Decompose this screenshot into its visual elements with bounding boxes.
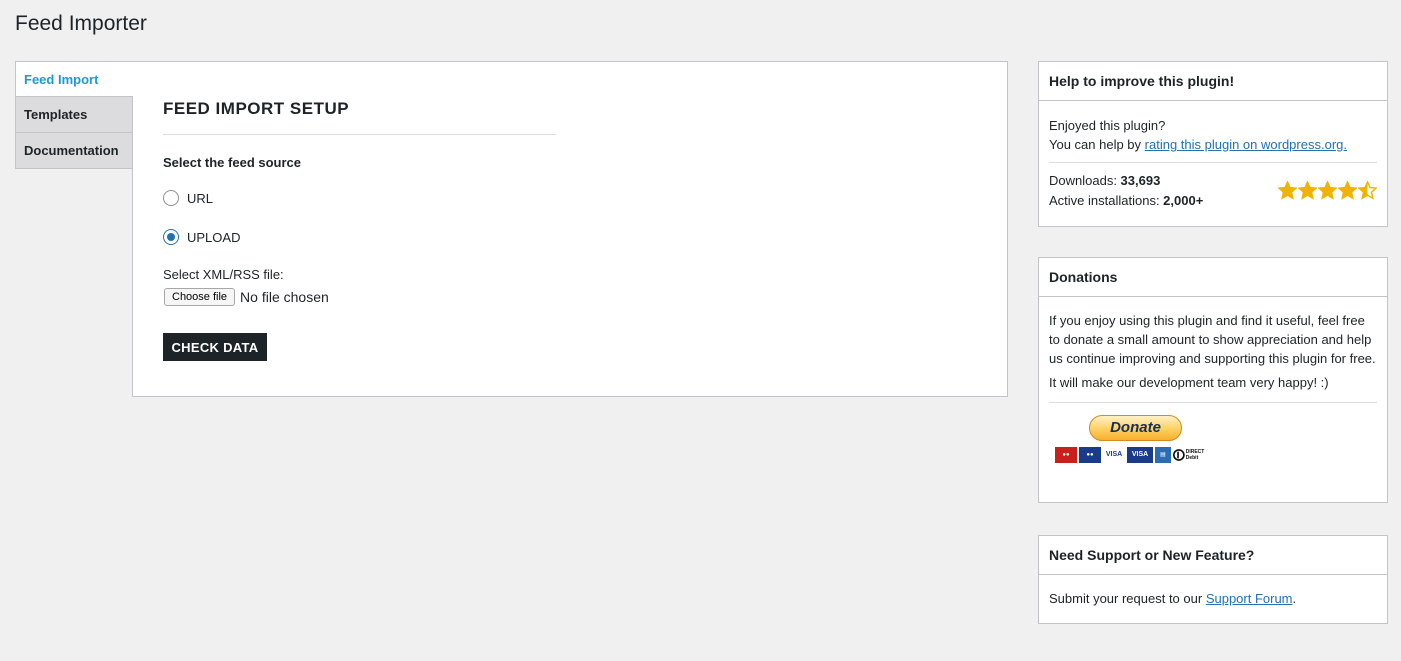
visa-electron-icon: VISA	[1127, 447, 1153, 463]
downloads-value: 33,693	[1120, 173, 1161, 188]
choose-file-button[interactable]: Choose file	[164, 288, 236, 306]
radio-url-option[interactable]: URL	[163, 190, 213, 206]
visa-icon: VISA	[1103, 447, 1125, 463]
feed-source-label: Select the feed source	[163, 155, 301, 170]
radio-upload[interactable]	[163, 229, 179, 245]
radio-url[interactable]	[163, 190, 179, 206]
help-line-2-text: You can help by	[1049, 137, 1145, 152]
tab-feed-import[interactable]: Feed Import	[15, 61, 133, 97]
donations-text: If you enjoy using this plugin and find …	[1049, 313, 1376, 366]
support-box-title: Need Support or New Feature?	[1039, 536, 1387, 575]
direct-debit-text: DIRECT Debit	[1185, 449, 1205, 461]
help-box-title: Help to improve this plugin!	[1039, 62, 1387, 101]
star-filled-icon	[1318, 181, 1337, 200]
donate-button[interactable]: Donate	[1089, 415, 1182, 441]
donations-box-title: Donations	[1039, 258, 1387, 297]
file-input-label: Select XML/RSS file:	[163, 267, 284, 282]
direct-debit-icon: DIRECT Debit	[1173, 447, 1213, 463]
tab-documentation[interactable]: Documentation	[15, 133, 133, 169]
tab-list: Feed Import Templates Documentation	[15, 61, 133, 169]
divider	[163, 134, 556, 135]
support-text-suffix: .	[1292, 591, 1297, 606]
mastercard-icon: ●●	[1055, 447, 1077, 463]
page-title: Feed Importer	[15, 12, 147, 35]
star-filled-icon	[1298, 181, 1317, 200]
maestro-icon: ●●	[1079, 447, 1101, 463]
help-line-2: You can help by rating this plugin on wo…	[1049, 135, 1377, 154]
star-filled-icon	[1278, 181, 1297, 200]
amex-icon: ▤	[1155, 447, 1171, 463]
star-filled-icon	[1338, 181, 1357, 200]
help-line-1: Enjoyed this plugin?	[1049, 118, 1166, 133]
rating-stars	[1278, 181, 1377, 200]
feed-import-panel: FEED IMPORT SETUP Select the feed source…	[132, 61, 1008, 397]
rating-link[interactable]: rating this plugin on wordpress.org.	[1145, 137, 1347, 152]
direct-debit-logo-icon	[1173, 449, 1185, 461]
radio-upload-label: UPLOAD	[187, 229, 241, 245]
downloads-label: Downloads:	[1049, 173, 1121, 188]
check-data-button[interactable]: CHECK DATA	[163, 333, 267, 361]
support-forum-link[interactable]: Support Forum	[1206, 591, 1293, 606]
tab-label: Templates	[24, 107, 88, 122]
help-improve-box: Help to improve this plugin! Enjoyed thi…	[1038, 61, 1388, 227]
support-text: Submit your request to our Support Forum…	[1039, 575, 1387, 618]
tab-label: Documentation	[24, 143, 119, 158]
tab-label: Feed Import	[24, 72, 99, 87]
donations-box: Donations If you enjoy using this plugin…	[1038, 257, 1388, 503]
file-input: Choose file No file chosen	[164, 288, 329, 306]
payment-cards: ●● ●● VISA VISA ▤ DIRECT Debit	[1055, 447, 1213, 463]
radio-url-label: URL	[187, 190, 214, 206]
support-box: Need Support or New Feature? Submit your…	[1038, 535, 1388, 624]
installs-label: Active installations:	[1049, 193, 1164, 208]
tab-templates[interactable]: Templates	[15, 97, 133, 133]
installs-value: 2,000+	[1163, 193, 1204, 208]
support-text-prefix: Submit your request to our	[1049, 591, 1206, 606]
paypal-donate: Donate ●● ●● VISA VISA ▤ DIRECT Debit	[1049, 411, 1377, 481]
star-half-icon	[1358, 181, 1377, 200]
plugin-stats: Downloads: 33,693 Active installations: …	[1049, 171, 1377, 210]
file-status: No file chosen	[240, 289, 329, 305]
radio-upload-option[interactable]: UPLOAD	[163, 229, 240, 245]
donations-text-2: It will make our development team very h…	[1049, 375, 1329, 390]
setup-title: FEED IMPORT SETUP	[163, 99, 350, 118]
